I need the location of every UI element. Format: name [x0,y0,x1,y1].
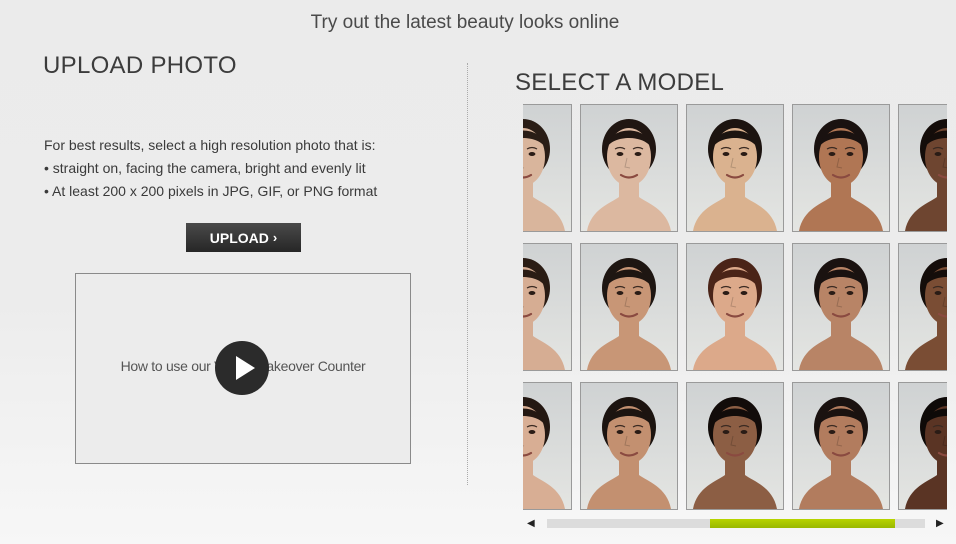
instruction-bullet: • At least 200 x 200 pixels in JPG, GIF,… [44,183,378,199]
upload-instructions: For best results, select a high resoluti… [44,134,377,203]
model-portrait [523,105,571,231]
play-icon[interactable] [215,341,269,395]
model-portrait [793,244,889,370]
scroll-right-icon[interactable]: ▶ [936,518,944,529]
scroll-thumb[interactable] [710,519,895,528]
model-thumbnail[interactable] [580,243,678,371]
tutorial-video[interactable]: How to use our Virtual Makeover Counter [75,273,411,464]
model-thumbnail[interactable] [686,104,784,232]
model-portrait [581,244,677,370]
model-portrait [523,244,571,370]
select-model-title: SELECT A MODEL [515,69,725,96]
upload-button[interactable]: UPLOAD › [186,223,301,252]
model-thumbnail[interactable] [792,382,890,510]
instruction-bullet: • straight on, facing the camera, bright… [44,160,366,176]
model-thumbnail[interactable] [686,243,784,371]
section-divider [467,63,468,485]
model-thumbnail[interactable] [523,382,572,510]
scroll-left-icon[interactable]: ◀ [527,518,535,529]
model-portrait [793,105,889,231]
model-portrait [793,383,889,509]
model-portrait [581,105,677,231]
model-thumbnail[interactable] [792,104,890,232]
model-carousel[interactable] [523,104,947,512]
model-thumbnail[interactable] [898,243,947,371]
chevron-right-icon: › [272,230,278,245]
tagline: Try out the latest beauty looks online [310,12,620,33]
model-portrait [687,105,783,231]
upload-photo-title: UPLOAD PHOTO [43,52,237,79]
upload-button-label: UPLOAD [209,229,269,246]
model-thumbnail[interactable] [580,382,678,510]
model-grid [523,104,947,510]
model-thumbnail[interactable] [792,243,890,371]
model-portrait [687,383,783,509]
instructions-intro: For best results, select a high resoluti… [44,137,376,153]
model-thumbnail[interactable] [523,243,572,371]
model-portrait [899,383,947,509]
model-portrait [687,244,783,370]
model-portrait [523,383,571,509]
model-thumbnail[interactable] [686,382,784,510]
model-portrait [899,105,947,231]
model-thumbnail[interactable] [898,104,947,232]
scroll-track[interactable] [547,519,925,528]
model-thumbnail[interactable] [580,104,678,232]
model-thumbnail[interactable] [523,104,572,232]
model-portrait [899,244,947,370]
model-thumbnail[interactable] [898,382,947,510]
model-portrait [581,383,677,509]
